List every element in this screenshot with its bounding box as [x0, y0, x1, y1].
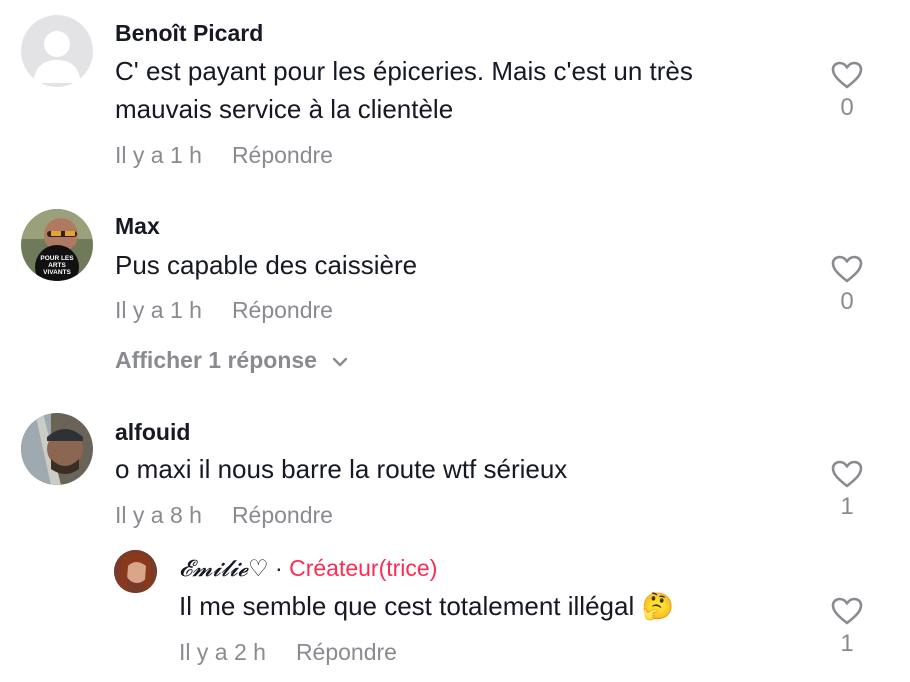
comment-username[interactable]: Max — [115, 213, 160, 240]
reply-button[interactable]: Répondre — [232, 297, 333, 323]
like-button[interactable]: 1 — [827, 596, 867, 658]
reply-button[interactable]: Répondre — [232, 502, 333, 528]
like-count: 0 — [840, 94, 854, 121]
avatar[interactable] — [21, 15, 93, 87]
avatar-badge-text: POUR LES ARTS VIVANTS — [40, 255, 74, 276]
view-replies-label: Afficher 1 réponse — [115, 347, 317, 373]
default-user-icon — [21, 15, 93, 87]
like-count: 0 — [840, 288, 854, 315]
comment-text: Pus capable des caissière — [115, 250, 418, 280]
comment-username[interactable]: Benoît Picard — [115, 20, 263, 47]
creator-badge: Créateur(trice) — [289, 555, 438, 581]
like-button[interactable]: 0 — [827, 60, 867, 122]
comment-meta: Il y a 1 h Répondre — [115, 142, 333, 169]
reply-header: 𝓔𝓶𝓲𝓵𝓲𝓮♡ · Créateur(trice) — [179, 555, 437, 582]
like-count: 1 — [840, 630, 854, 657]
like-count: 1 — [840, 493, 854, 520]
avatar[interactable]: POUR LES ARTS VIVANTS — [21, 209, 93, 281]
heart-icon — [831, 460, 863, 488]
reply-username[interactable]: 𝓔𝓶𝓲𝓵𝓲𝓮♡ — [179, 556, 269, 582]
avatar[interactable] — [114, 550, 157, 593]
comment-text: o maxi il nous barre la route wtf sérieu… — [115, 454, 568, 484]
reply-meta: Il y a 2 h Répondre — [179, 639, 397, 666]
comment-meta: Il y a 1 h Répondre — [115, 297, 333, 324]
comment-username[interactable]: alfouid — [115, 419, 190, 446]
like-button[interactable]: 1 — [827, 459, 867, 521]
separator-dot: · — [275, 555, 283, 581]
avatar[interactable] — [21, 413, 93, 485]
comment-time: Il y a 1 h — [115, 297, 202, 323]
reply-time: Il y a 2 h — [179, 639, 266, 665]
heart-icon — [831, 61, 863, 89]
profile-photo — [21, 413, 93, 485]
chevron-down-icon — [333, 357, 348, 367]
comment-text: C' est payant pour les épiceries. Mais c… — [115, 56, 693, 124]
comment-time: Il y a 8 h — [115, 502, 202, 528]
comment-time: Il y a 1 h — [115, 142, 202, 168]
reply-button[interactable]: Répondre — [296, 639, 397, 665]
view-replies-button[interactable]: Afficher 1 réponse — [115, 347, 349, 374]
heart-icon — [831, 255, 863, 283]
comment-meta: Il y a 8 h Répondre — [115, 502, 333, 529]
like-button[interactable]: 0 — [827, 254, 867, 316]
reply-text: Il me semble que cest totalement illégal… — [179, 591, 674, 621]
reply-button[interactable]: Répondre — [232, 142, 333, 168]
profile-photo — [114, 550, 157, 593]
heart-icon — [831, 597, 863, 625]
